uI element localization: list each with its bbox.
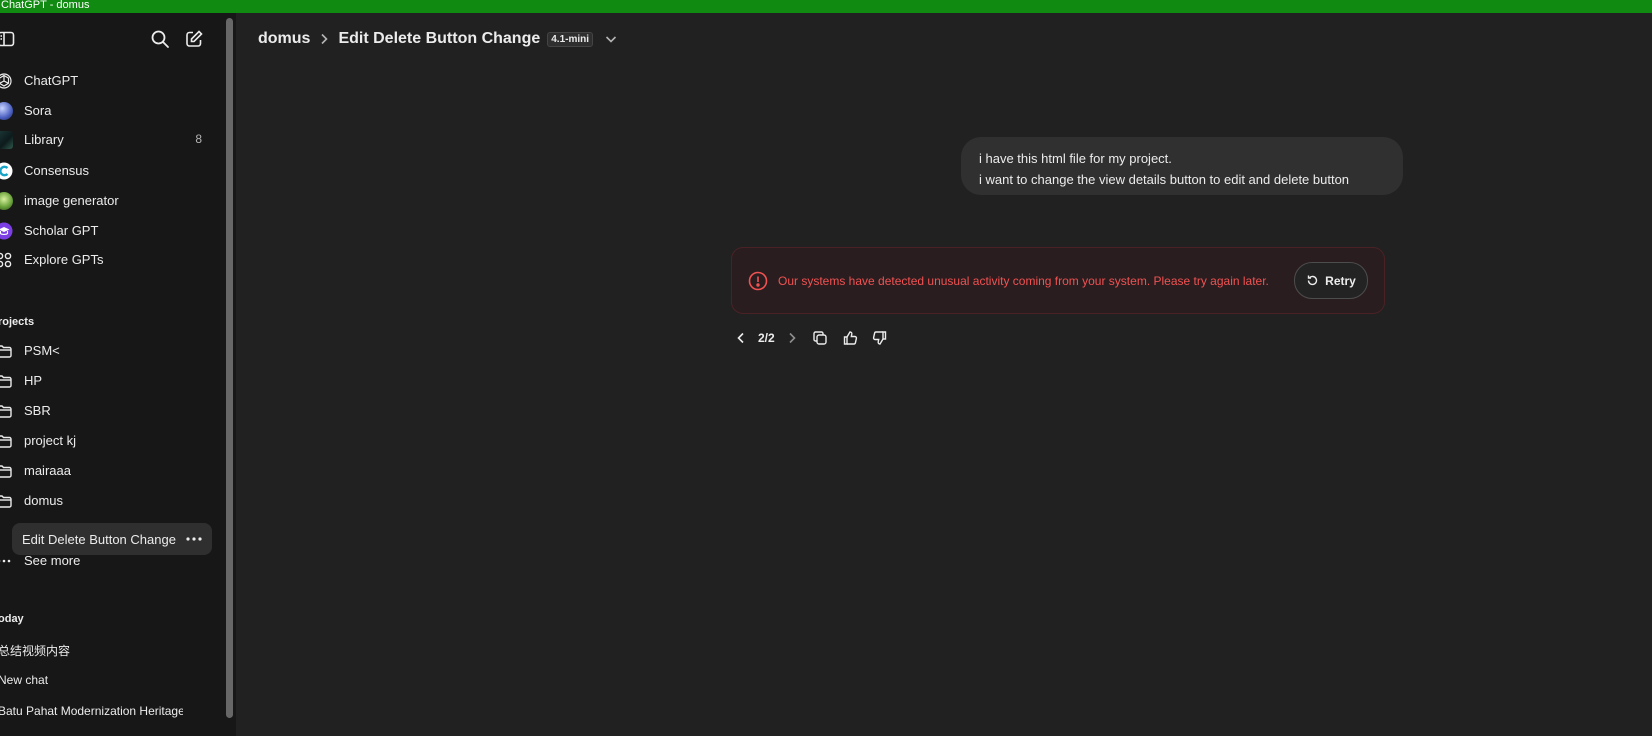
user-message-line: i have this html file for my project.: [979, 151, 1172, 166]
sidebar-item-chatgpt[interactable]: ChatGPT: [0, 66, 212, 94]
chevron-left-icon[interactable]: [730, 327, 752, 349]
window-titlebar: ChatGPT - domus: [0, 0, 1652, 13]
folder-icon: [0, 461, 14, 481]
sidebar-item-label: HP: [24, 373, 43, 388]
sidebar-item-label: project kj: [24, 433, 77, 448]
sidebar-item-sora[interactable]: Sora: [0, 96, 212, 124]
sidebar-item-label: image generator: [24, 193, 119, 208]
chevron-right-icon[interactable]: [781, 327, 803, 349]
search-icon[interactable]: [148, 27, 172, 51]
sidebar-item-label: PSM<: [24, 343, 60, 358]
folder-icon: [0, 491, 14, 511]
alert-circle-icon: [747, 270, 769, 292]
chevron-down-icon[interactable]: [605, 35, 617, 43]
sidebar-item-consensus[interactable]: Consensus: [0, 156, 212, 184]
copy-icon[interactable]: [809, 327, 831, 349]
sora-avatar: [0, 101, 14, 121]
sidebar-project-domus[interactable]: domus: [0, 486, 212, 514]
sidebar-item-label: mairaaa: [24, 463, 71, 478]
thumbs-down-icon[interactable]: [869, 327, 891, 349]
sidebar-item-explore-gpts[interactable]: Explore GPTs: [0, 245, 212, 273]
grid-icon: [0, 250, 14, 270]
chatgpt-logo-icon: [0, 71, 14, 91]
sidebar-project-mairaaa[interactable]: mairaaa: [0, 456, 212, 484]
sidebar-item-label: SBR: [24, 403, 51, 418]
chevron-right-icon: [320, 33, 329, 45]
sidebar-item-label: Explore GPTs: [24, 252, 104, 267]
sidebar-item-label: Sora: [24, 103, 52, 118]
page-title[interactable]: Edit Delete Button Change: [338, 30, 540, 48]
window-title: ChatGPT - domus: [1, 0, 90, 11]
sidebar-scrollbar[interactable]: [224, 13, 236, 736]
sidebar-item-image-generator[interactable]: image generator: [0, 186, 212, 214]
user-message: i have this html file for my project. i …: [961, 137, 1403, 195]
user-message-line: i want to change the view details button…: [979, 172, 1350, 187]
sidebar: ChatGPT Sora Library 8 Consensus image g…: [0, 13, 224, 736]
scrollbar-thumb[interactable]: [226, 18, 233, 718]
sidebar-see-more[interactable]: See more: [0, 546, 212, 574]
sidebar-item-library[interactable]: Library 8: [0, 125, 212, 153]
thumbs-up-icon[interactable]: [839, 327, 861, 349]
sidebar-item-label: Scholar GPT: [24, 223, 99, 238]
breadcrumb-project[interactable]: domus: [258, 30, 310, 48]
ellipsis-icon: [0, 551, 14, 571]
message-actions: 2/2: [730, 327, 891, 349]
sidebar-chat-item[interactable]: New chat: [0, 673, 183, 687]
active-chat-label: Edit Delete Button Change: [22, 532, 176, 547]
scholar-gpt-avatar: [0, 221, 14, 241]
consensus-avatar: [0, 161, 14, 181]
sidebar-project-project-kj[interactable]: project kj: [0, 426, 212, 454]
error-text: Our systems have detected unusual activi…: [778, 274, 1269, 288]
library-thumbnail: [0, 130, 14, 150]
model-badge: 4.1-mini: [547, 31, 594, 47]
folder-icon: [0, 371, 14, 391]
response-pager: 2/2: [758, 331, 775, 345]
sidebar-toolbar: [0, 27, 224, 51]
folder-icon: [0, 431, 14, 451]
sidebar-item-label: ChatGPT: [24, 73, 79, 88]
projects-section-label: rojects: [0, 316, 35, 328]
new-chat-icon[interactable]: [182, 27, 206, 51]
sidebar-item-label: Library: [24, 132, 64, 147]
retry-label: Retry: [1325, 273, 1356, 288]
today-section-label: oday: [0, 613, 24, 625]
sidebar-project-sbr[interactable]: SBR: [0, 396, 212, 424]
conversation-header: domus Edit Delete Button Change 4.1-mini: [258, 26, 617, 52]
sidebar-chat-item[interactable]: 总结视频内容: [0, 642, 183, 659]
sidebar-item-label: See more: [24, 553, 81, 568]
sidebar-item-scholar-gpt[interactable]: Scholar GPT: [0, 216, 212, 244]
sidebar-item-label: domus: [24, 493, 64, 508]
refresh-icon: [1307, 275, 1318, 286]
library-count: 8: [195, 132, 202, 146]
error-message: Our systems have detected unusual activi…: [731, 247, 1385, 314]
sidebar-chat-item[interactable]: Batu Pahat Modernization Heritage: [0, 704, 183, 718]
sidebar-project-psm[interactable]: PSM<: [0, 336, 212, 364]
folder-icon: [0, 341, 14, 361]
folder-icon: [0, 401, 14, 421]
sidebar-project-hp[interactable]: HP: [0, 366, 212, 394]
sidebar-item-label: Consensus: [24, 163, 90, 178]
image-generator-avatar: [0, 191, 14, 211]
retry-button[interactable]: Retry: [1294, 262, 1368, 299]
sidebar-toggle-icon[interactable]: [0, 27, 18, 51]
